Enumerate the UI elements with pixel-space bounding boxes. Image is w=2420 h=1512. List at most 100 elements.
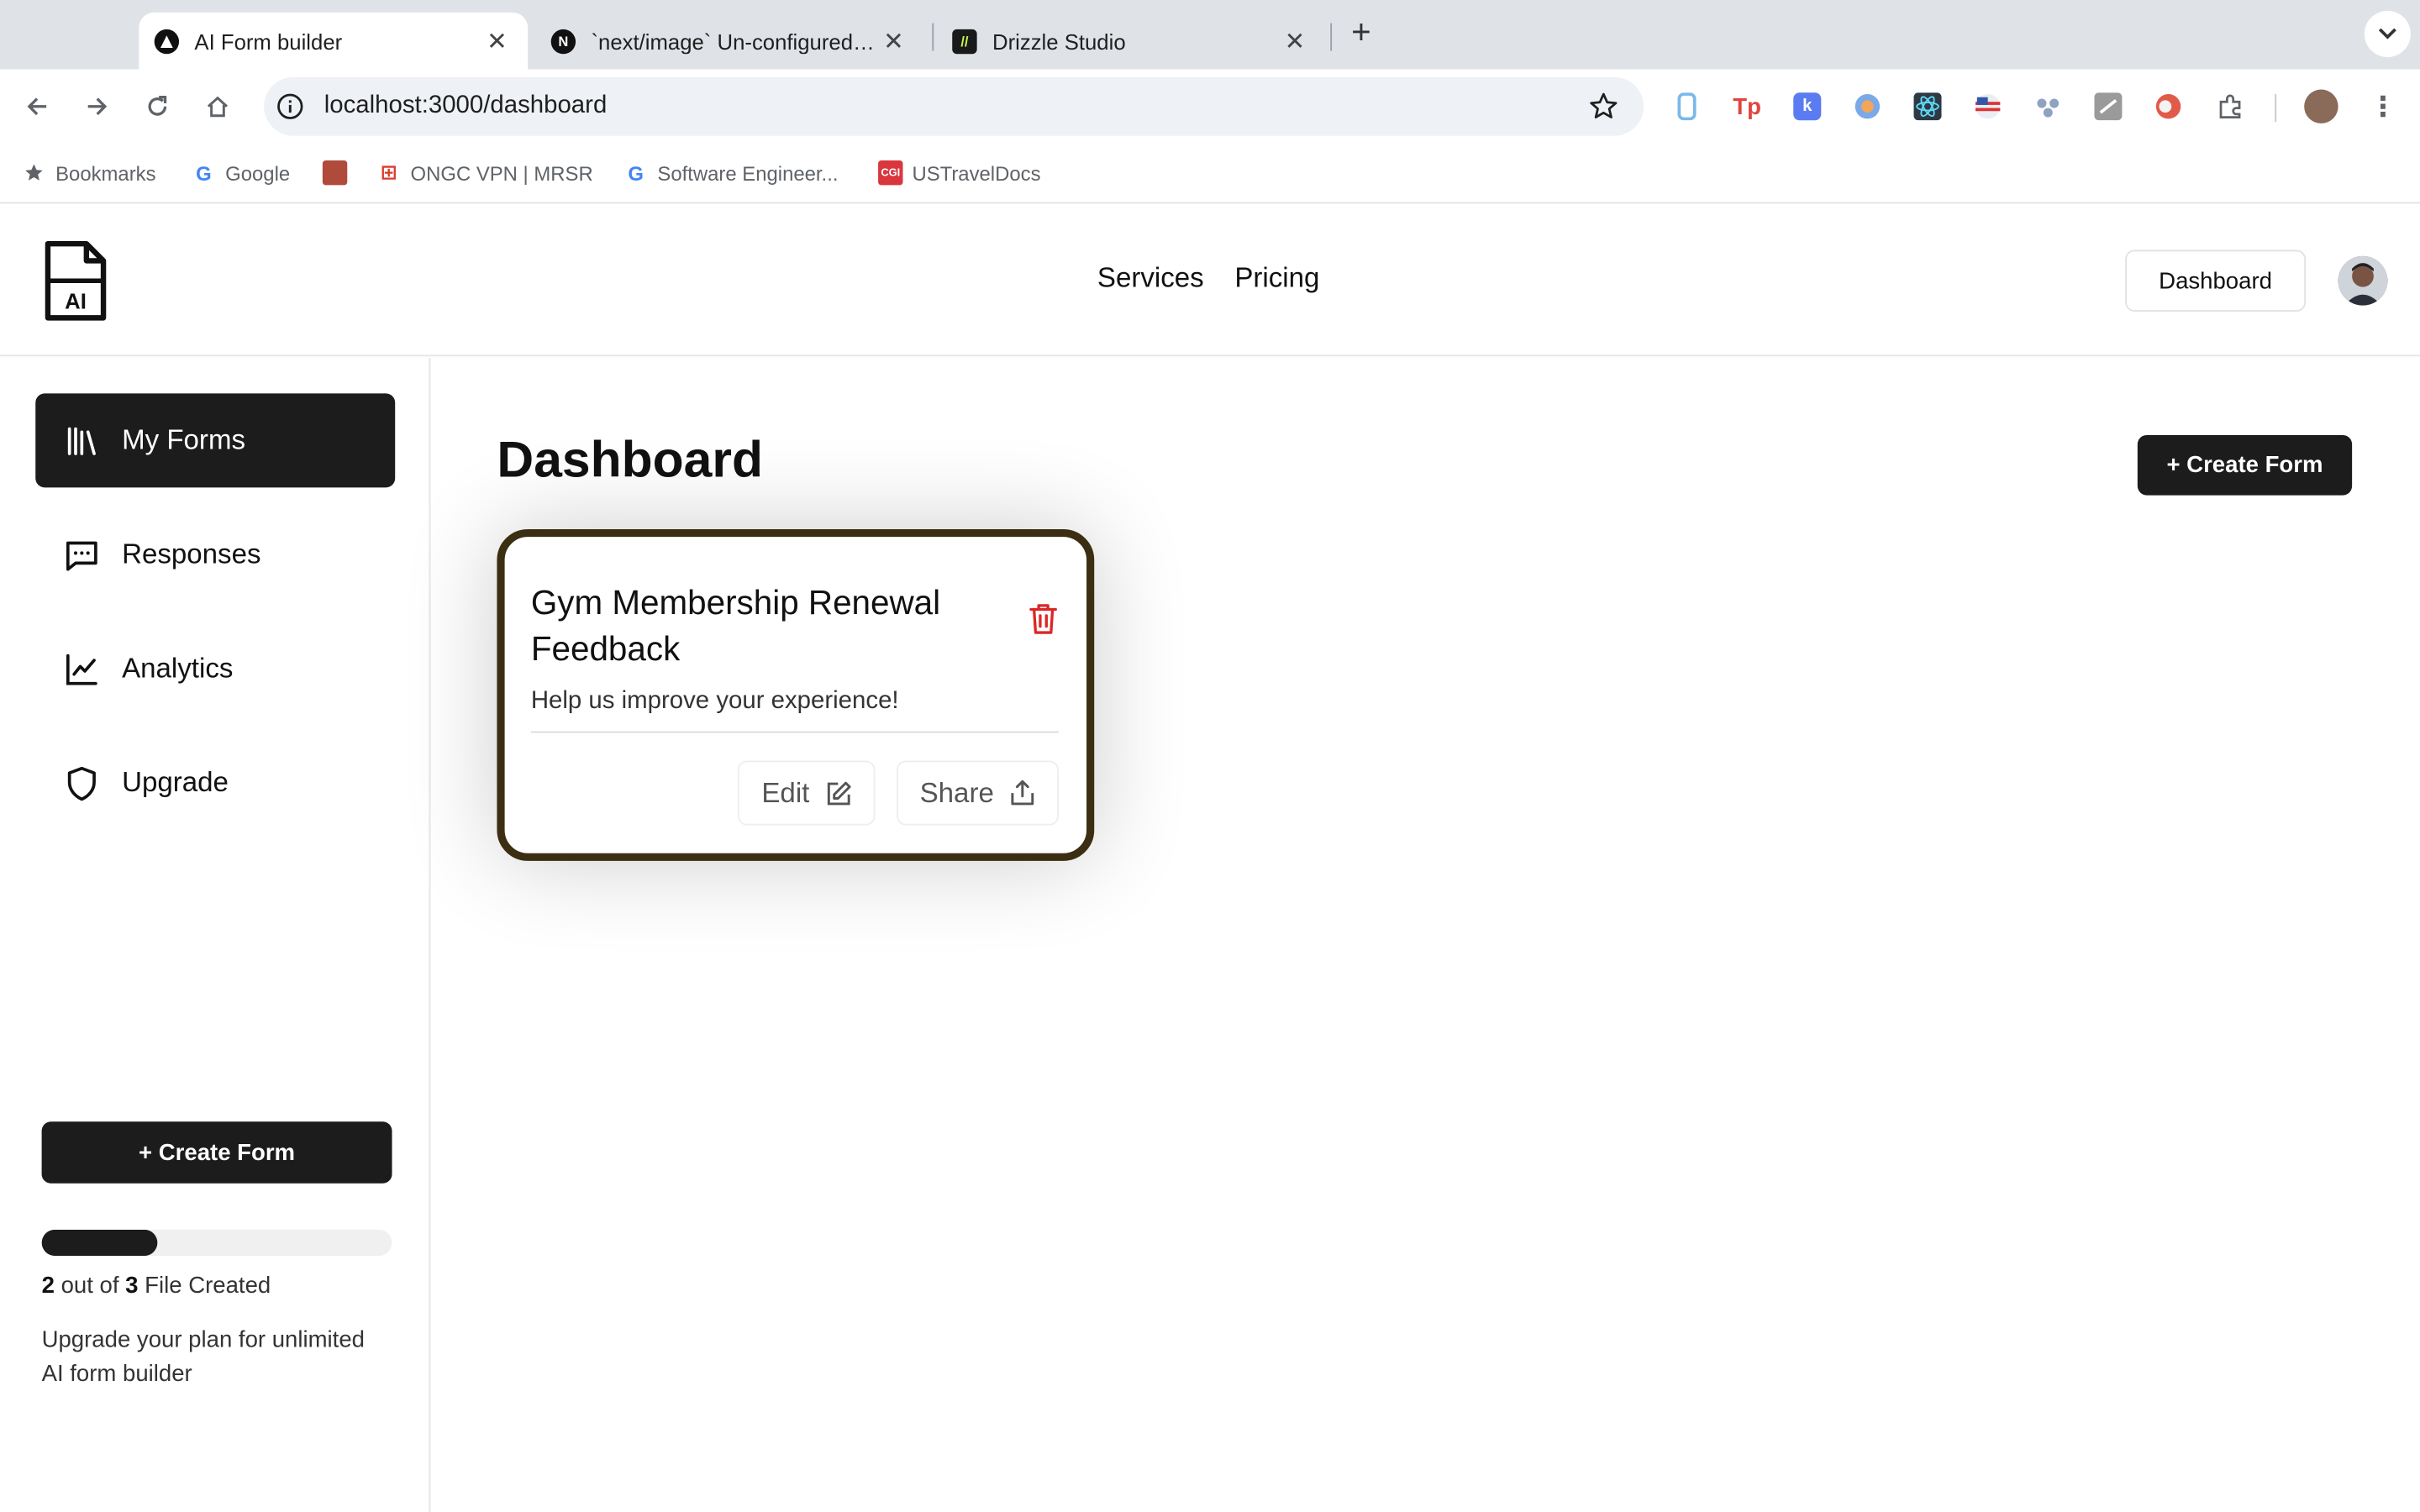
browser-tabstrip: AI Form builder ✕ N `next/image` Un-conf… <box>0 0 2420 70</box>
share-form-button[interactable]: Share <box>897 760 1059 826</box>
usage-progress-bar <box>41 1229 392 1257</box>
drizzle-favicon-icon: // <box>952 28 977 54</box>
extension-icon[interactable]: k <box>1791 91 1823 122</box>
share-icon <box>1011 780 1034 806</box>
sidebar-item-label: Analytics <box>122 652 234 684</box>
flag-extension-icon[interactable] <box>1972 91 2003 122</box>
usage-progress-fill <box>41 1229 158 1257</box>
usage-created-count: 2 <box>41 1273 55 1299</box>
usage-total-count: 3 <box>125 1273 139 1299</box>
library-icon <box>61 421 102 461</box>
tab-title: AI Form builder <box>194 28 343 54</box>
sidebar-item-upgrade[interactable]: Upgrade <box>35 736 395 830</box>
usage-text: 2 out of 3 File Created <box>42 1273 271 1299</box>
bookmark-star-icon[interactable] <box>1588 91 1619 129</box>
tab-separator <box>1330 23 1333 51</box>
nav-pricing[interactable]: Pricing <box>1234 262 1319 295</box>
app-logo-icon[interactable]: AI <box>43 239 108 330</box>
extension-icon[interactable] <box>2033 91 2064 122</box>
bookmarks-bar: Bookmarks G Google ⊞ ONGC VPN | MRSR G S… <box>0 143 2420 204</box>
header-dashboard-button[interactable]: Dashboard <box>2125 249 2307 312</box>
sidebar: My Forms Responses Analytics Upgrade + C… <box>0 358 431 1512</box>
main-create-form-button[interactable]: + Create Form <box>2137 434 2353 496</box>
bookmark-item[interactable]: G Software Engineer... <box>623 160 838 185</box>
usage-suffix: File Created <box>145 1273 271 1299</box>
url-text: localhost:3000/dashboard <box>324 92 608 119</box>
form-card-title: Gym Membership Renewal Feedback <box>530 583 941 669</box>
cgi-icon: CGI <box>878 160 903 186</box>
sidebar-item-responses[interactable]: Responses <box>35 507 395 601</box>
extensions-puzzle-icon[interactable] <box>2215 91 2246 122</box>
bookmark-item[interactable]: CGI USTravelDocs <box>878 160 1041 186</box>
sidebar-item-my-forms[interactable]: My Forms <box>35 393 396 488</box>
toolbar-separator <box>2275 94 2277 123</box>
sidebar-item-label: Responses <box>122 538 261 570</box>
tab-title: `next/image` Un-configured Host <box>591 28 879 54</box>
emblem-icon <box>322 160 348 186</box>
tab-next-image[interactable]: N `next/image` Un-configured Host ✕ <box>535 13 924 70</box>
close-tab-icon[interactable]: ✕ <box>1280 25 1311 56</box>
bookmark-item[interactable]: Bookmarks <box>22 160 156 185</box>
user-avatar[interactable] <box>2338 255 2388 306</box>
extension-icon[interactable] <box>1671 91 1702 122</box>
react-devtools-icon[interactable] <box>1912 91 1944 122</box>
share-label: Share <box>919 776 994 808</box>
extension-icon[interactable] <box>2153 91 2184 122</box>
bookmark-item[interactable] <box>322 160 356 186</box>
form-card-divider <box>530 731 1059 733</box>
home-icon[interactable] <box>199 88 236 125</box>
bookmark-label: ONGC VPN | MRSR <box>410 160 593 185</box>
close-tab-icon[interactable]: ✕ <box>481 25 513 56</box>
form-card-description: Help us improve your experience! <box>530 688 899 715</box>
tab-drizzle-studio[interactable]: // Drizzle Studio ✕ <box>937 13 1326 70</box>
browser-toolbar: localhost:3000/dashboard Tp k ⋮ <box>0 69 2420 144</box>
forward-arrow-icon[interactable] <box>79 88 116 125</box>
usage-sep: out of <box>60 1273 119 1299</box>
line-chart-icon <box>61 648 102 689</box>
tab-title: Drizzle Studio <box>992 28 1126 54</box>
sidebar-item-label: My Forms <box>122 424 246 455</box>
star-icon <box>22 160 46 185</box>
sidebar-item-label: Upgrade <box>122 766 229 798</box>
page-title: Dashboard <box>497 430 764 488</box>
extension-icon[interactable]: Tp <box>1732 91 1763 122</box>
bookmark-label: USTravelDocs <box>912 160 1041 185</box>
google-icon: G <box>628 160 644 185</box>
browser-menu-icon[interactable]: ⋮ <box>2367 90 2398 122</box>
edit-label: Edit <box>761 776 810 808</box>
tab-ai-form-builder[interactable]: AI Form builder ✕ <box>139 12 529 70</box>
message-square-icon <box>61 534 102 575</box>
sidebar-create-form-button[interactable]: + Create Form <box>41 1121 392 1184</box>
extension-icon[interactable] <box>2093 91 2124 122</box>
nextjs-favicon-icon: N <box>550 28 576 54</box>
extension-icon[interactable] <box>1852 91 1883 122</box>
google-icon: G <box>196 160 212 185</box>
logo-text: AI <box>65 290 87 313</box>
shield-icon <box>61 763 102 803</box>
new-tab-icon[interactable]: + <box>1343 14 1380 52</box>
edit-form-button[interactable]: Edit <box>737 760 876 826</box>
profile-avatar-icon[interactable] <box>2304 89 2338 123</box>
edit-icon <box>826 780 850 805</box>
bookmark-label: Bookmarks <box>55 160 156 185</box>
close-tab-icon[interactable]: ✕ <box>878 25 909 56</box>
bookmark-label: Software Engineer... <box>657 160 839 185</box>
form-card[interactable]: Gym Membership Renewal Feedback Help us … <box>497 528 1095 861</box>
trash-icon[interactable] <box>1028 601 1059 643</box>
tab-search-chevron-icon[interactable] <box>2364 10 2411 57</box>
app-header: AI Services Pricing Dashboard <box>0 203 2420 357</box>
reload-icon[interactable] <box>139 88 176 125</box>
bookmark-label: Google <box>225 160 291 185</box>
vercel-favicon-icon <box>154 28 180 54</box>
tab-separator <box>932 23 934 51</box>
nav-services[interactable]: Services <box>1097 262 1204 295</box>
upgrade-message: Upgrade your plan for unlimited AI form … <box>41 1326 366 1388</box>
site-info-icon[interactable] <box>276 92 304 128</box>
fortinet-icon: ⊞ <box>380 160 397 184</box>
app-root: AI Form builder ✕ N `next/image` Un-conf… <box>0 0 2420 1512</box>
address-bar[interactable]: localhost:3000/dashboard <box>264 76 1644 136</box>
bookmark-item[interactable]: G Google <box>192 160 290 185</box>
back-arrow-icon[interactable] <box>18 88 55 125</box>
sidebar-item-analytics[interactable]: Analytics <box>35 622 395 716</box>
bookmark-item[interactable]: ⊞ ONGC VPN | MRSR <box>376 160 593 185</box>
